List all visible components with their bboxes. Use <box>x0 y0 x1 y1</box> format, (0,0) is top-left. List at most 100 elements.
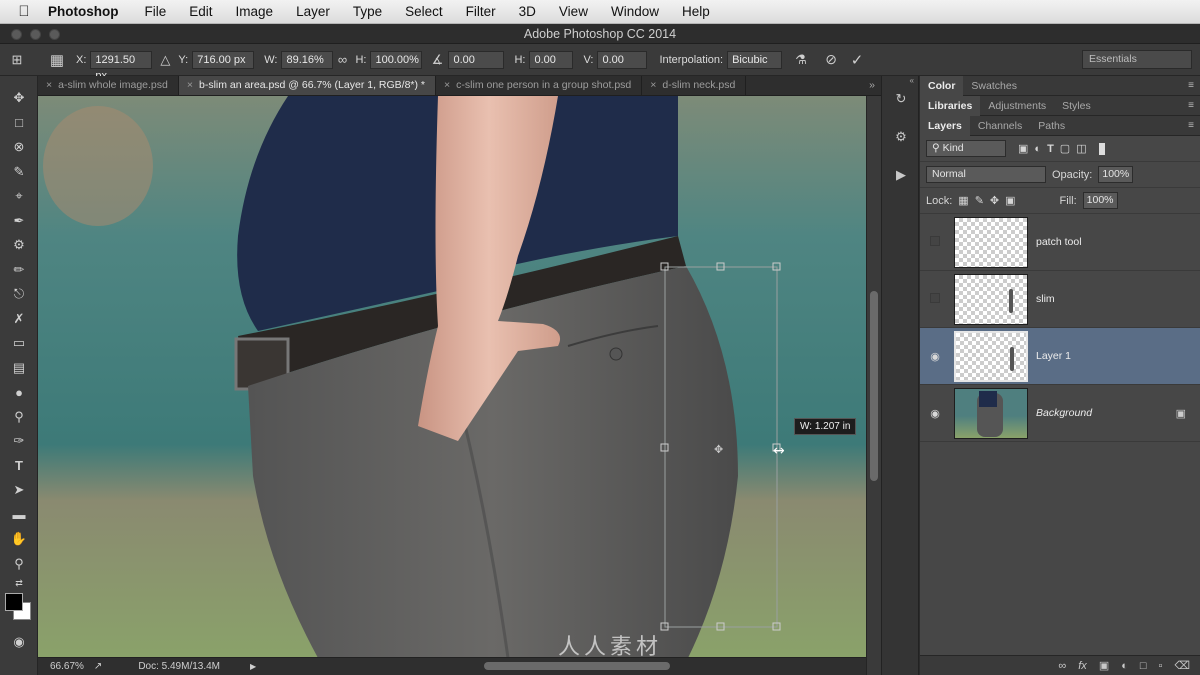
delta-icon[interactable]: △ <box>156 51 174 69</box>
clone-stamp-icon[interactable]: ⎋ <box>0 282 38 307</box>
panel-menu-icon[interactable]: ≡ <box>1188 120 1194 131</box>
quick-mask-icon[interactable]: ◉ <box>0 630 38 655</box>
document-canvas[interactable]: ↔ ✥ W: 1.207 in 人人素材 <box>38 96 866 658</box>
healing-brush-icon[interactable]: ⚙ <box>0 233 38 258</box>
menu-image[interactable]: Image <box>236 4 274 19</box>
marquee-tool-icon[interactable]: □ <box>0 111 38 136</box>
menu-3d[interactable]: 3D <box>519 4 536 19</box>
fx-icon[interactable]: fx <box>1078 660 1087 672</box>
shape-filter-icon[interactable]: ▢ <box>1060 142 1070 155</box>
tab-close-icon[interactable]: × <box>650 79 656 91</box>
tab-color[interactable]: Color <box>920 75 964 96</box>
menu-layer[interactable]: Layer <box>296 4 330 19</box>
lock-transparent-icon[interactable]: ▦ <box>958 194 968 207</box>
link-icon[interactable]: ∞ <box>333 51 351 69</box>
layer-row[interactable]: ◉ Background ▣ <box>920 385 1200 442</box>
menu-help[interactable]: Help <box>682 4 710 19</box>
lock-image-icon[interactable]: ✎ <box>975 194 984 207</box>
tab-channels[interactable]: Channels <box>970 116 1030 136</box>
dodge-tool-icon[interactable]: ⚲ <box>0 405 38 430</box>
tab-a-slim-whole-image[interactable]: × a-slim whole image.psd <box>38 76 179 95</box>
lasso-tool-icon[interactable]: ⊗ <box>0 135 38 160</box>
menu-select[interactable]: Select <box>405 4 443 19</box>
add-mask-icon[interactable]: ▣ <box>1099 659 1109 672</box>
commit-transform-icon[interactable]: ✓ <box>848 51 866 69</box>
tab-close-icon[interactable]: × <box>46 79 52 91</box>
menu-window[interactable]: Window <box>611 4 659 19</box>
layer-row[interactable]: slim <box>920 271 1200 328</box>
blend-mode-select[interactable]: Normal <box>926 166 1046 183</box>
menu-view[interactable]: View <box>559 4 588 19</box>
panel-menu-icon[interactable]: ≡ <box>1188 80 1194 91</box>
layer-row-selected[interactable]: ◉ Layer 1 <box>920 328 1200 385</box>
opacity-field[interactable]: 100% <box>1098 166 1134 183</box>
tab-libraries[interactable]: Libraries <box>920 95 981 116</box>
width-field[interactable]: 89.16% <box>281 50 334 69</box>
tab-c-slim-one-person[interactable]: × c-slim one person in a group shot.psd <box>436 76 643 95</box>
lock-position-icon[interactable]: ✥ <box>990 194 999 207</box>
move-tool-icon[interactable]: ✥ <box>0 86 38 111</box>
crop-tool-icon[interactable]: ⌖ <box>0 184 38 209</box>
pen-tool-icon[interactable]: ✑ <box>0 429 38 454</box>
filter-toggle-icon[interactable] <box>1098 142 1105 155</box>
cancel-transform-icon[interactable]: ⊘ <box>822 51 840 69</box>
new-layer-icon[interactable]: ▫ <box>1159 660 1163 672</box>
v-skew-field[interactable]: 0.00 <box>597 50 648 69</box>
path-select-tool-icon[interactable]: ➤ <box>0 478 38 503</box>
type-filter-icon[interactable]: T <box>1047 143 1054 155</box>
smart-object-filter-icon[interactable]: ◫ <box>1076 142 1086 155</box>
zoom-level[interactable]: 66.67% <box>50 661 84 672</box>
trash-icon[interactable]: ⌫ <box>1174 659 1190 672</box>
eraser-tool-icon[interactable]: ▭ <box>0 331 38 356</box>
menu-file[interactable]: File <box>145 4 167 19</box>
eyedropper-tool-icon[interactable]: ✒ <box>0 209 38 234</box>
history-brush-icon[interactable]: ✗ <box>0 307 38 332</box>
swap-colors-icon[interactable]: ⇄ <box>0 576 38 590</box>
layer-row[interactable]: patch tool <box>920 214 1200 271</box>
tab-paths[interactable]: Paths <box>1030 116 1073 136</box>
quick-select-tool-icon[interactable]: ✎ <box>0 160 38 185</box>
h-skew-field[interactable]: 0.00 <box>529 50 574 69</box>
tab-layers[interactable]: Layers <box>920 115 970 136</box>
adjustment-filter-icon[interactable]: ◐ <box>1034 143 1041 155</box>
reference-point-icon[interactable]: ▦ <box>48 51 66 69</box>
tab-swatches[interactable]: Swatches <box>963 76 1025 96</box>
layer-name[interactable]: Layer 1 <box>1036 350 1071 362</box>
tab-close-icon[interactable]: × <box>444 79 450 91</box>
tab-b-slim-an-area[interactable]: × b-slim an area.psd @ 66.7% (Layer 1, RG… <box>178 76 437 95</box>
height-field[interactable]: 100.00% <box>370 50 423 69</box>
layer-name[interactable]: Background <box>1036 407 1092 419</box>
link-layers-icon[interactable]: ∞ <box>1058 660 1066 672</box>
history-panel-icon[interactable]: ↻ <box>882 80 920 118</box>
new-group-icon[interactable]: □ <box>1140 660 1147 672</box>
workspace-select[interactable]: Essentials <box>1082 50 1192 69</box>
actions-play-icon[interactable]: ▶ <box>882 156 920 194</box>
layer-name[interactable]: patch tool <box>1036 236 1082 248</box>
warp-icon[interactable]: ⚗ <box>792 51 810 69</box>
transform-tool-icon[interactable]: ⊞ <box>8 51 26 69</box>
menu-app-name[interactable]: Photoshop <box>48 4 119 19</box>
properties-panel-icon[interactable]: ⚙ <box>882 118 920 156</box>
angle-field[interactable]: 0.00 <box>448 50 505 69</box>
menu-edit[interactable]: Edit <box>189 4 212 19</box>
x-field[interactable]: 1291.50 px <box>90 50 153 82</box>
blur-tool-icon[interactable]: ● <box>0 380 38 405</box>
export-icon[interactable]: ↗ <box>94 661 102 672</box>
tab-d-slim-neck[interactable]: × d-slim neck.psd <box>642 76 747 95</box>
foreground-color[interactable] <box>5 593 23 611</box>
menu-type[interactable]: Type <box>353 4 382 19</box>
filter-kind-select[interactable]: ⚲ Kind <box>926 140 1006 157</box>
visibility-toggle[interactable] <box>920 292 950 306</box>
tab-styles[interactable]: Styles <box>1054 96 1099 116</box>
color-swatches[interactable] <box>0 590 37 626</box>
gradient-tool-icon[interactable]: ▤ <box>0 356 38 381</box>
layer-name[interactable]: slim <box>1036 293 1055 305</box>
y-field[interactable]: 716.00 px <box>192 50 255 69</box>
vertical-scrollbar[interactable] <box>866 96 881 675</box>
menu-filter[interactable]: Filter <box>466 4 496 19</box>
hand-tool-icon[interactable]: ✋ <box>0 527 38 552</box>
shape-tool-icon[interactable]: ▬ <box>0 503 38 528</box>
fill-field[interactable]: 100% <box>1082 192 1118 209</box>
pixel-filter-icon[interactable]: ▣ <box>1018 142 1028 155</box>
horizontal-scrollbar[interactable] <box>484 662 670 670</box>
